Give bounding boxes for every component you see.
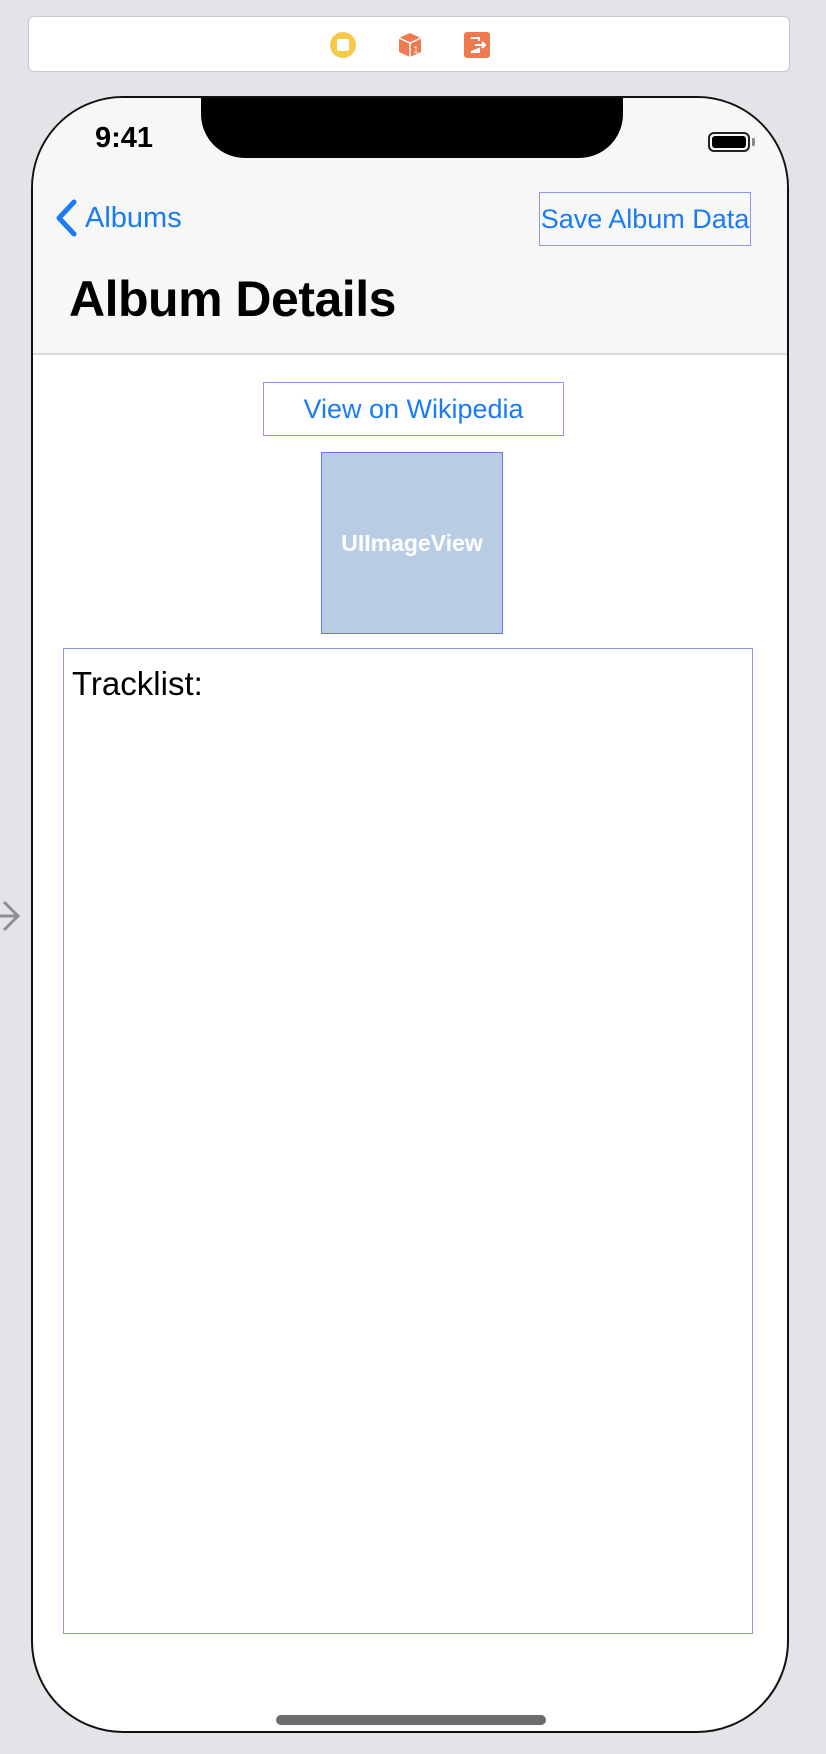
home-indicator: [276, 1715, 546, 1725]
back-button[interactable]: Albums: [55, 198, 182, 238]
save-album-data-button[interactable]: Save Album Data: [539, 192, 751, 246]
tracklist-text-view[interactable]: Tracklist:: [63, 648, 753, 1634]
page-title: Album Details: [69, 271, 396, 327]
back-button-label: Albums: [85, 201, 182, 234]
chevron-left-icon: [56, 199, 77, 237]
status-time: 9:41: [95, 122, 154, 154]
battery-icon: [708, 132, 750, 152]
album-image-view: UIImageView: [321, 452, 503, 634]
view-controller-icon[interactable]: [329, 31, 357, 59]
view-on-wikipedia-button[interactable]: View on Wikipedia: [263, 382, 564, 436]
scene-dock: 1: [28, 16, 790, 72]
battery-nub: [752, 138, 755, 146]
exit-icon[interactable]: [463, 31, 491, 59]
image-view-placeholder-label: UIImageView: [341, 529, 483, 556]
navigation-bar-divider: [33, 353, 787, 355]
first-responder-icon[interactable]: 1: [396, 31, 424, 59]
device-notch: [201, 98, 623, 158]
tracklist-text: Tracklist:: [72, 665, 203, 702]
device-frame: 9:41 Albums Save Album Data Album Detail…: [31, 96, 789, 1733]
initial-scene-arrow-icon: [0, 900, 21, 932]
svg-text:1: 1: [413, 46, 419, 56]
